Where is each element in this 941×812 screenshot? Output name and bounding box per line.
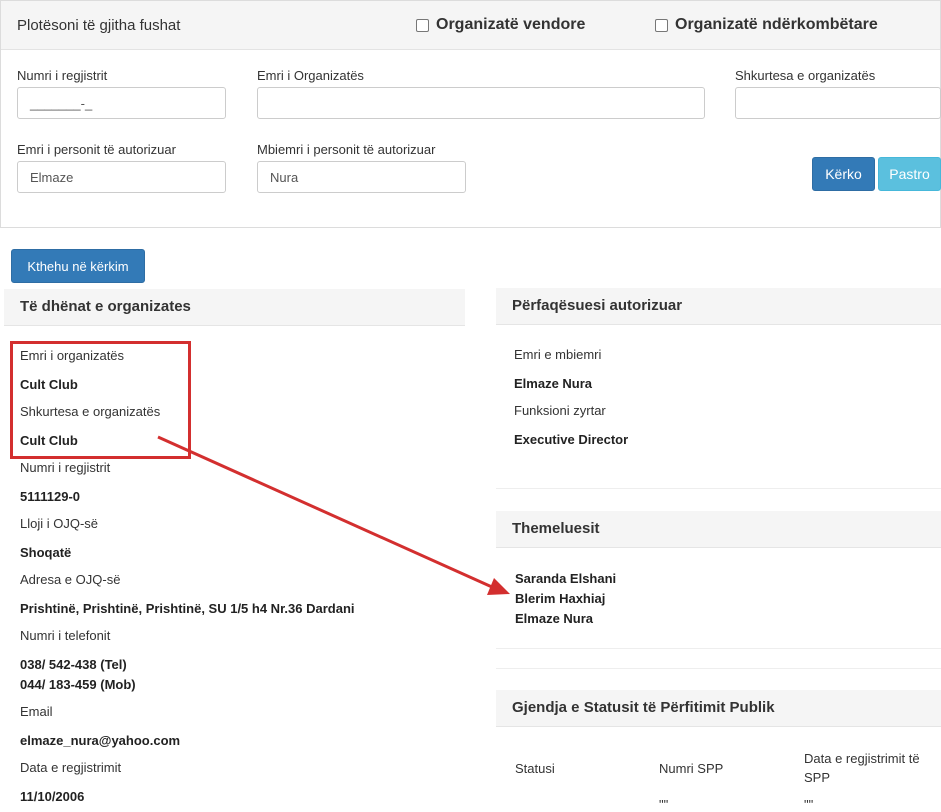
- annotation-arrow-icon: [157, 435, 510, 595]
